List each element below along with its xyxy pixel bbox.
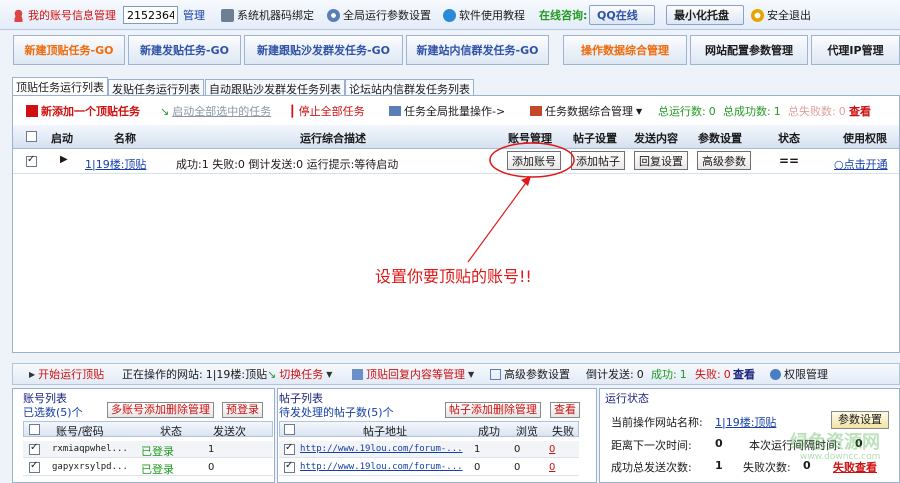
post-url-link[interactable]: http://www.19lou.com/forum-... [300, 462, 463, 472]
account-col-account: 账号/密码 [56, 425, 104, 438]
advanced-settings-button[interactable]: 高级参数设置 [490, 367, 570, 381]
account-col-status: 状态 [160, 425, 182, 438]
permission-icon [770, 368, 781, 380]
post-success: 1 [474, 444, 481, 455]
countdown-info: 倒计发送: 0 [586, 367, 644, 382]
post-fail[interactable]: 0 [549, 444, 555, 455]
post-select-all-checkbox[interactable] [284, 424, 295, 435]
post-success: 0 [474, 462, 481, 473]
next-time-label: 距离下一次时间: [611, 439, 692, 452]
account-selected-count: 已选数(5)个 [23, 406, 83, 419]
account-row-checkbox[interactable] [29, 460, 40, 473]
fail-count: 失败: 0 [695, 367, 731, 382]
highlight-circle [489, 142, 575, 178]
post-col-success: 成功 [478, 425, 500, 438]
post-row-checkbox[interactable] [284, 460, 295, 473]
annotation-arrow-line [467, 179, 529, 263]
post-fail[interactable]: 0 [549, 462, 555, 473]
current-site-label: 当前操作网站名称: [611, 416, 703, 429]
pre-login-button[interactable]: 预登录 [222, 402, 263, 418]
doc-icon [352, 368, 363, 380]
account-status: 已登录 [141, 445, 174, 458]
switch-icon: ↘ [267, 367, 277, 381]
param-settings-button[interactable]: 参数设置 [831, 411, 889, 429]
permission-mgmt-button[interactable]: 权限管理 [770, 367, 828, 381]
post-views: 0 [514, 462, 521, 473]
account-send-count: 0 [208, 462, 215, 473]
post-pending-count: 待发处理的帖子数(5)个 [279, 406, 394, 419]
account-send-count: 1 [208, 444, 215, 455]
reply-content-mgmt-button[interactable]: 顶贴回复内容等管理 ▼ [352, 367, 474, 381]
current-site-link[interactable]: 1|19楼:顶贴 [715, 414, 776, 430]
chevron-down-icon: ▼ [468, 369, 475, 379]
account-col-count: 发送次 [213, 425, 246, 438]
post-col-fail: 失败 [552, 425, 574, 438]
chevron-down-icon: ▼ [326, 369, 333, 379]
post-views: 0 [514, 444, 521, 455]
account-name: gapyxrsylpd... [52, 462, 128, 472]
post-add-delete-button[interactable]: 帖子添加删除管理 [445, 402, 541, 418]
post-col-url: 帖子地址 [363, 425, 407, 438]
account-select-all-checkbox[interactable] [29, 424, 40, 435]
account-row-checkbox[interactable] [29, 442, 40, 455]
fail-total-label: 失败次数: [743, 461, 791, 474]
success-total-label: 成功总发送次数: [611, 461, 692, 474]
post-col-views: 浏览 [516, 425, 538, 438]
success-total-value: 1 [715, 459, 723, 472]
watermark-url: www.downcc.com [800, 452, 881, 462]
switch-task-button[interactable]: ↘ 切换任务 ▼ [267, 367, 333, 382]
post-row-checkbox[interactable] [284, 442, 295, 455]
start-run-button[interactable]: ▶ 开始运行顶贴 [29, 367, 104, 381]
next-time-value: 0 [715, 437, 723, 450]
annotation-text: 设置你要顶贴的账号!! [375, 267, 532, 286]
settings-icon [490, 368, 501, 380]
account-status: 已登录 [141, 463, 174, 476]
account-name: rxmiaqpwhel... [52, 444, 128, 454]
post-view-button[interactable]: 查看 [550, 402, 580, 418]
multi-account-manage-button[interactable]: 多账号添加删除管理 [107, 402, 214, 418]
post-url-link[interactable]: http://www.19lou.com/forum-... [300, 444, 463, 454]
run-status-title: 运行状态 [605, 392, 649, 405]
play-icon: ▶ [29, 369, 36, 379]
view-link[interactable]: 查看 [733, 367, 755, 381]
watermark: 绿色资源网 [790, 432, 880, 453]
success-count: 成功: 1 [651, 367, 687, 382]
current-site-info: 正在操作的网站: 1|19楼:顶贴 [122, 368, 268, 381]
